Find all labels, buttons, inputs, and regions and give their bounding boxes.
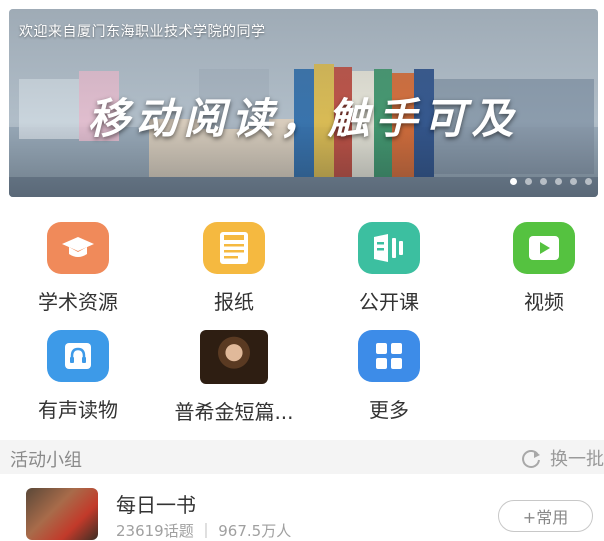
video-play-icon [513, 222, 575, 274]
grid-item-label: 报纸 [214, 290, 254, 314]
newspaper-icon [203, 222, 265, 274]
grid-item-label: 视频 [524, 290, 564, 314]
section-header: 活动小组 换一批 [0, 440, 604, 474]
grid-item-label: 更多 [369, 398, 409, 422]
add-common-button[interactable]: +常用 [498, 500, 593, 532]
banner-slogan: 移动阅读，触手可及 [87, 94, 520, 143]
grid-item-more[interactable]: 更多 [314, 330, 464, 423]
carousel-dot[interactable] [510, 178, 517, 185]
section-title: 活动小组 [10, 450, 82, 471]
pushkin-portrait-image [200, 330, 268, 384]
carousel-dot[interactable] [570, 178, 577, 185]
carousel-indicator [510, 178, 592, 185]
open-course-icon [358, 222, 420, 274]
grid-item-academic[interactable]: 学术资源 [3, 222, 153, 315]
grid-item-label: 学术资源 [38, 290, 118, 314]
grid-item-label: 有声读物 [38, 398, 118, 422]
welcome-text: 欢迎来自厦门东海职业技术学院的同学 [19, 24, 266, 40]
grid-item-open-course[interactable]: 公开课 [314, 222, 464, 315]
headphones-book-icon [47, 330, 109, 382]
carousel-dot[interactable] [585, 178, 592, 185]
grid-item-video[interactable]: 视频 [469, 222, 604, 315]
banner-carousel[interactable]: 欢迎来自厦门东海职业技术学院的同学 移动阅读，触手可及 [9, 9, 598, 197]
grid-item-pushkin[interactable]: 普希金短篇... [159, 330, 309, 425]
refresh-label: 换一批 [550, 449, 604, 470]
group-list-item[interactable]: 每日一书 23619话题 ｜ 967.5万人 +常用 [0, 480, 604, 540]
refresh-icon [522, 450, 540, 468]
grid-item-newspaper[interactable]: 报纸 [159, 222, 309, 315]
grid-item-label: 普希金短篇... [174, 400, 294, 424]
refresh-button[interactable]: 换一批 [520, 445, 604, 471]
grid-item-audiobook[interactable]: 有声读物 [3, 330, 153, 423]
carousel-dot[interactable] [525, 178, 532, 185]
more-grid-icon [358, 330, 420, 382]
group-thumbnail [26, 488, 98, 540]
graduation-cap-icon [47, 222, 109, 274]
carousel-dot[interactable] [555, 178, 562, 185]
grid-item-label: 公开课 [359, 290, 419, 314]
group-name: 每日一书 [116, 493, 196, 517]
carousel-dot[interactable] [540, 178, 547, 185]
